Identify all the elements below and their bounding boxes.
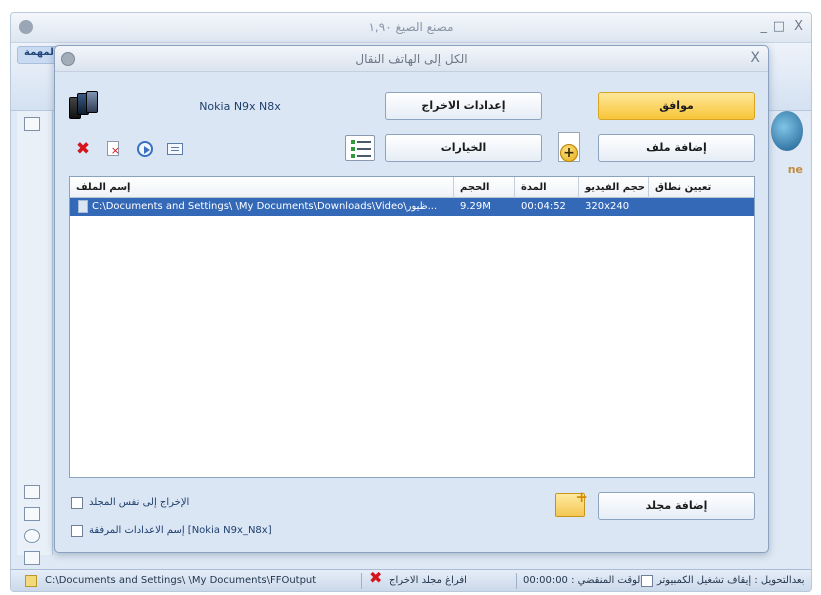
sidebar-rom-icon[interactable] xyxy=(24,529,40,543)
maximize-button[interactable]: □ xyxy=(773,19,785,34)
play-icon[interactable] xyxy=(137,141,153,157)
output-same-folder-checkbox[interactable] xyxy=(71,497,83,509)
main-title-bar: مصنع الصيغ ١,٩٠ _ □ X xyxy=(11,13,811,43)
table-header: إسم الملف الحجم المدة حجم الفيديو تعيين … xyxy=(70,177,754,198)
add-folder-icon[interactable]: + xyxy=(555,488,588,517)
cell-filename: C:\Documents and Settings\ \My Documents… xyxy=(92,201,438,212)
empty-output-folder[interactable]: افراغ مجلد الاخراج xyxy=(389,573,467,589)
globe-icon xyxy=(771,111,803,151)
add-file-icon[interactable]: + xyxy=(558,132,580,162)
sidebar-picture-icon[interactable] xyxy=(24,507,40,521)
mobile-phone-icon xyxy=(69,91,103,121)
cell-size: 9.29M xyxy=(460,201,491,212)
status-divider xyxy=(516,573,517,589)
attached-settings-checkbox[interactable] xyxy=(71,525,83,537)
column-header-size[interactable]: الحجم xyxy=(454,177,515,198)
output-same-folder-label: الإخراج إلى نفس المجلد xyxy=(89,497,190,508)
output-path[interactable]: C:\Documents and Settings\ \My Documents… xyxy=(45,573,316,589)
table-row[interactable]: C:\Documents and Settings\ \My Documents… xyxy=(70,198,754,216)
status-bar: C:\Documents and Settings\ \My Documents… xyxy=(11,569,811,591)
output-settings-button[interactable]: إعدادات الاخراج xyxy=(385,92,542,120)
dialog-title-bar: الكل إلى الهاتف النقال X xyxy=(55,46,768,72)
cell-range[interactable] xyxy=(649,198,754,216)
sidebar-video-icon[interactable] xyxy=(24,117,40,131)
dialog-title: الكل إلى الهاتف النقال xyxy=(355,52,468,66)
sidebar-audio-icon[interactable] xyxy=(24,485,40,499)
delete-icon[interactable]: ✖ xyxy=(75,141,91,158)
column-header-filename[interactable]: إسم الملف xyxy=(70,177,454,198)
column-header-video-size[interactable]: حجم الفيديو xyxy=(579,177,649,198)
remove-file-icon[interactable] xyxy=(107,141,120,159)
delete-icon[interactable]: ✖ xyxy=(369,570,382,586)
cell-video-size: 320x240 xyxy=(585,201,630,212)
output-folder-icon[interactable] xyxy=(25,575,37,587)
output-same-folder-option[interactable]: الإخراج إلى نفس المجلد xyxy=(71,495,271,511)
shutdown-checkbox[interactable] xyxy=(641,575,653,587)
brand-text: ne xyxy=(787,163,803,176)
minimize-button[interactable]: _ xyxy=(761,19,768,34)
device-profile-label: Nokia N9x N8x xyxy=(199,100,281,113)
convert-dialog: الكل إلى الهاتف النقال X Nokia N9x N8x إ… xyxy=(54,45,769,553)
options-button[interactable]: الخيارات xyxy=(385,134,542,162)
column-header-duration[interactable]: المدة xyxy=(515,177,579,198)
sidebar-advanced-icon[interactable] xyxy=(24,551,40,565)
add-folder-button[interactable]: إضافة مجلد xyxy=(598,492,755,520)
close-button[interactable]: X xyxy=(794,19,803,34)
cell-duration: 00:04:52 xyxy=(521,201,566,212)
options-list-icon[interactable] xyxy=(345,135,375,161)
dialog-close-button[interactable]: X xyxy=(750,50,760,66)
add-file-button[interactable]: إضافة ملف xyxy=(598,134,755,162)
file-list-table[interactable]: إسم الملف الحجم المدة حجم الفيديو تعيين … xyxy=(69,176,755,478)
category-sidebar xyxy=(17,111,53,565)
attached-settings-option[interactable]: إسم الاعدادات المرفقة [Nokia N9x_N8x] xyxy=(71,523,331,539)
column-header-range[interactable]: تعيين نطاق xyxy=(649,177,754,198)
media-info-icon[interactable] xyxy=(167,143,183,155)
after-convert-label: بعدالتحويل : إيقاف تشغيل الكمبيوتر xyxy=(657,575,805,586)
attached-settings-label: إسم الاعدادات المرفقة [Nokia N9x_N8x] xyxy=(89,525,272,536)
elapsed-time: 00:00:00 : الوقت المنقضي xyxy=(523,575,644,586)
ok-button[interactable]: موافق xyxy=(598,92,755,120)
main-window-title: مصنع الصيغ ١,٩٠ xyxy=(368,20,454,34)
status-divider xyxy=(361,573,362,589)
